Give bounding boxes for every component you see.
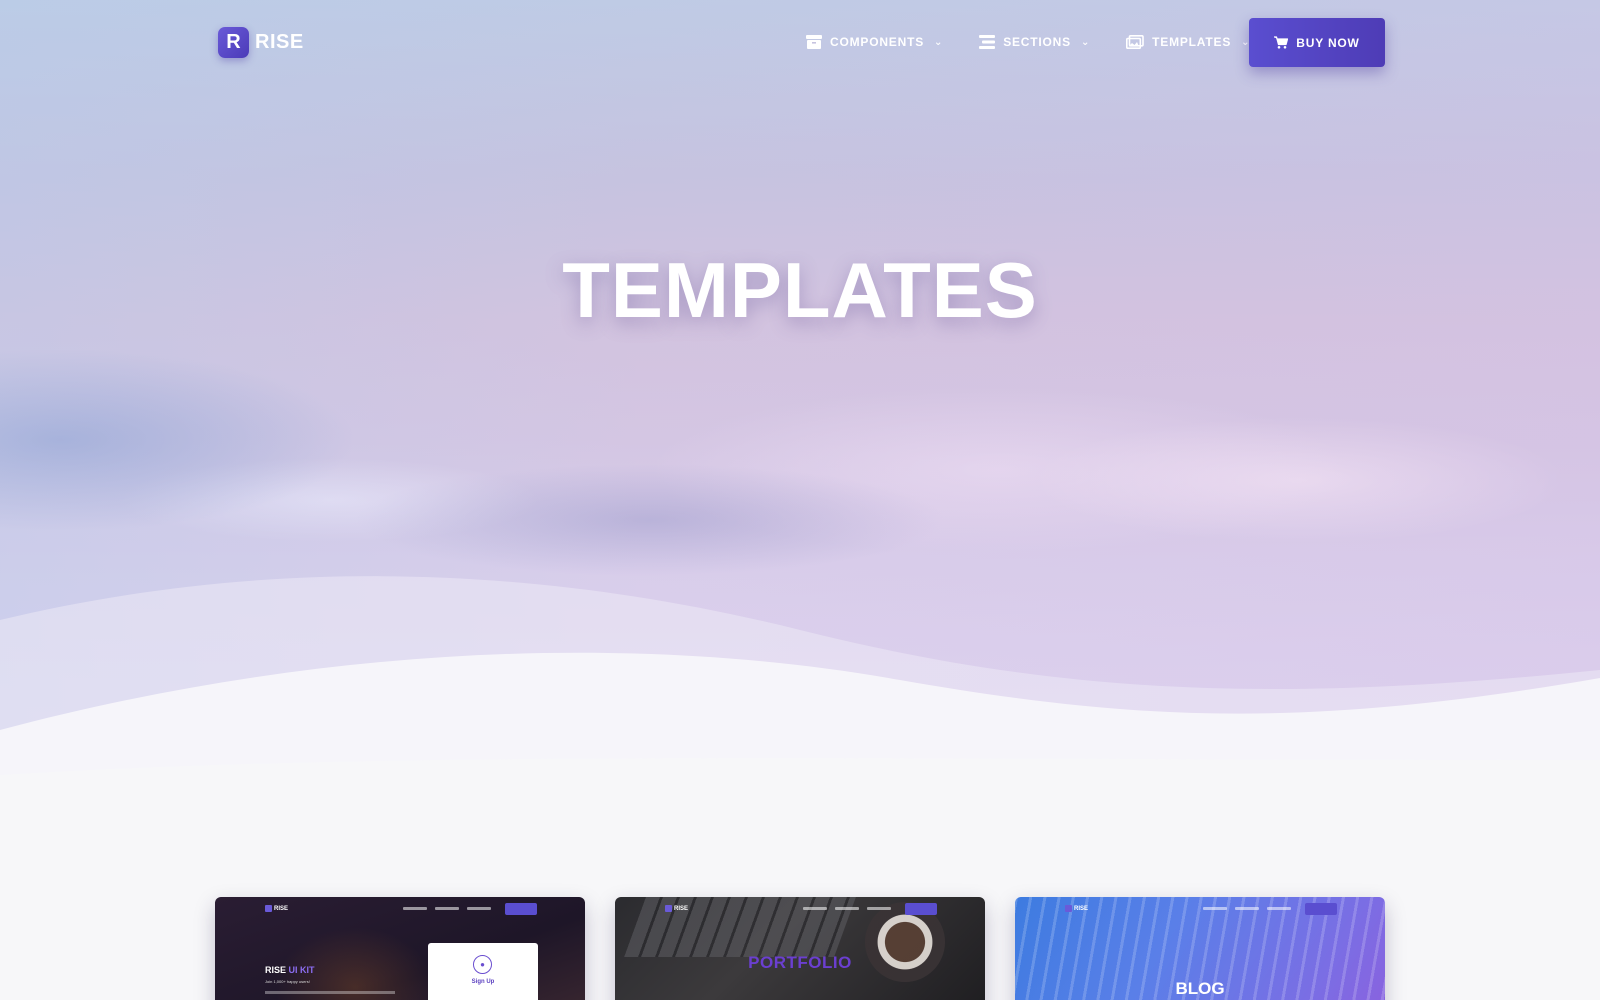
template-card-portfolio[interactable]: RISE PORTFOLIO <box>615 897 985 1000</box>
archive-box-icon <box>806 35 822 49</box>
template-card-blog[interactable]: RISE BLOG <box>1015 897 1385 1000</box>
card-heading: RISE UI KIT <box>265 965 315 975</box>
nav-item-label: TEMPLATES <box>1152 35 1232 49</box>
card-mini-navbar: RISE <box>1015 903 1385 917</box>
card-heading: PORTFOLIO <box>748 953 852 972</box>
card-mini-buy-button <box>905 903 937 915</box>
brand-name: RISE <box>255 31 304 53</box>
nav-links: COMPONENTS ⌄ SECTIONS ⌄ TEMPLATES ⌄ <box>806 35 1250 49</box>
card-mini-links <box>1203 907 1291 910</box>
card-description-line <box>265 991 395 994</box>
card-mini-buy-button <box>505 903 537 915</box>
buy-now-button[interactable]: BUY NOW <box>1249 18 1385 67</box>
brand-logo[interactable]: R RISE <box>218 27 304 58</box>
hero-section <box>0 0 1600 800</box>
template-card-uikit[interactable]: RISE RISE UI KIT Join 1,000+ happy users… <box>215 897 585 1000</box>
card-mini-logo: RISE <box>1065 905 1088 912</box>
nav-item-label: SECTIONS <box>1003 35 1071 49</box>
card-subtitle: Join 1,000+ happy users! <box>265 979 310 984</box>
nav-item-templates[interactable]: TEMPLATES ⌄ <box>1126 35 1250 49</box>
images-icon <box>1126 35 1144 49</box>
hero-wave-divider <box>0 576 1600 800</box>
top-navbar: R RISE COMPONENTS ⌄ SECTIONS ⌄ TEMPLATES… <box>0 0 1600 90</box>
chevron-down-icon: ⌄ <box>934 36 944 48</box>
user-icon: ● <box>473 955 492 974</box>
page-title: TEMPLATES <box>562 246 1038 334</box>
nav-item-sections[interactable]: SECTIONS ⌄ <box>979 35 1090 49</box>
brand-mark-icon: R <box>218 27 249 58</box>
shopping-cart-icon <box>1274 36 1289 49</box>
signup-panel: ● Sign Up <box>428 943 538 1000</box>
buy-now-label: BUY NOW <box>1296 35 1360 50</box>
card-mini-navbar: RISE <box>215 903 585 917</box>
card-mini-links <box>403 907 491 910</box>
card-mini-buy-button <box>1305 903 1337 915</box>
nav-item-components[interactable]: COMPONENTS ⌄ <box>806 35 943 49</box>
template-cards: RISE RISE UI KIT Join 1,000+ happy users… <box>215 897 1385 1000</box>
card-mini-logo: RISE <box>665 905 688 912</box>
card-mini-navbar: RISE <box>615 903 985 917</box>
card-heading: BLOG <box>1175 979 1225 998</box>
card-mini-links <box>803 907 891 910</box>
card-mini-logo: RISE <box>265 905 288 912</box>
signup-label: Sign Up <box>471 979 495 985</box>
list-lines-icon <box>979 35 996 49</box>
chevron-down-icon: ⌄ <box>1080 36 1091 48</box>
nav-item-label: COMPONENTS <box>830 35 925 49</box>
